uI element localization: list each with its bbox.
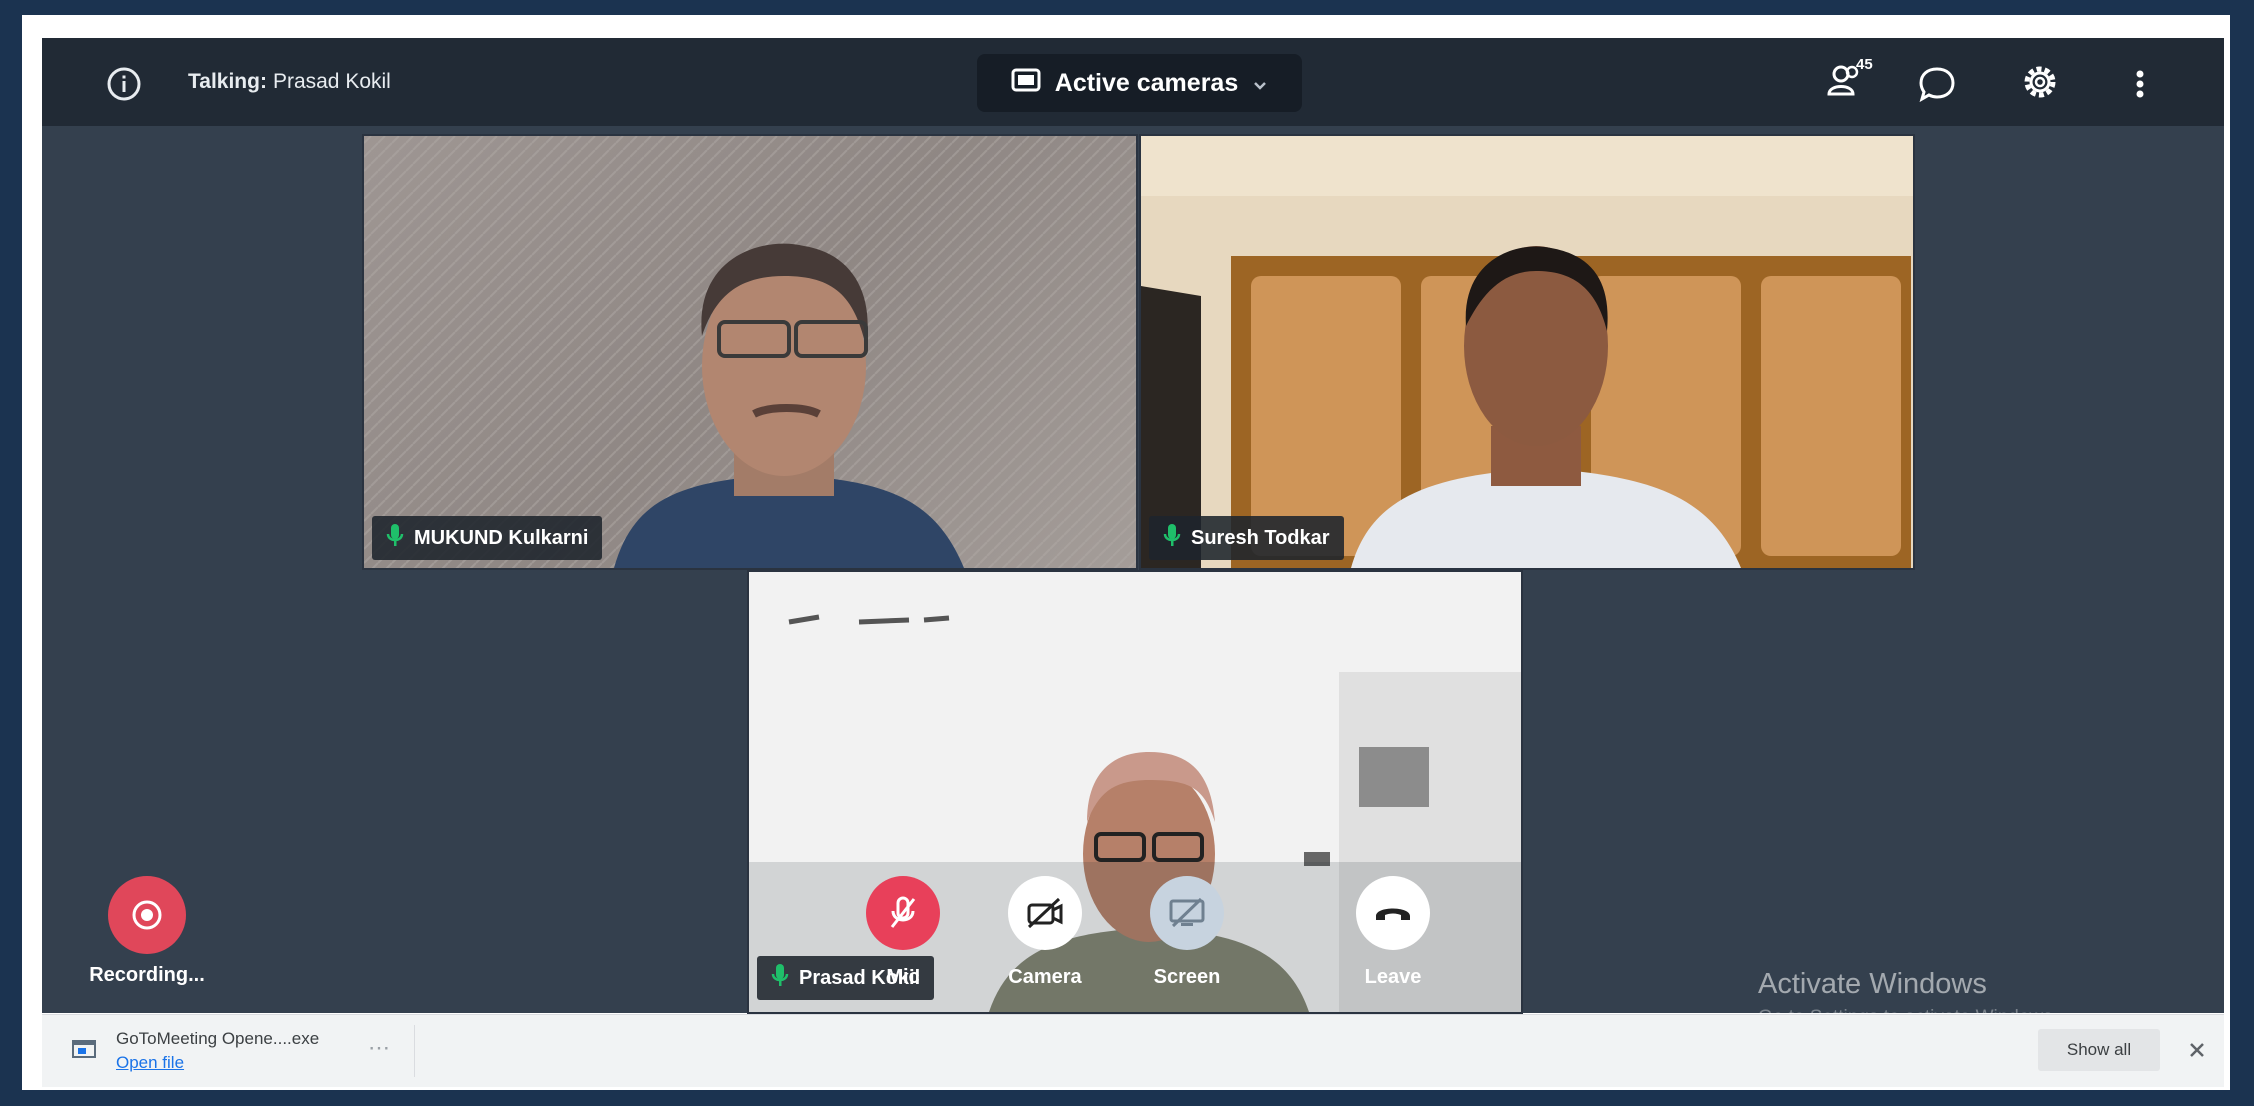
download-file-name: GoToMeeting Opene....exe: [116, 1029, 320, 1048]
show-all-button[interactable]: Show all: [2038, 1029, 2160, 1071]
screen-label: Screen: [1153, 966, 1221, 988]
camera-off-icon: [1008, 876, 1082, 950]
talking-indicator: Talking: Prasad Kokil: [188, 70, 391, 94]
recording-label: Recording...: [89, 964, 205, 986]
participant-video: [364, 136, 1136, 568]
exe-file-icon: [72, 1039, 96, 1064]
view-mode-label: Active cameras: [1054, 68, 1239, 97]
info-icon[interactable]: [104, 64, 144, 104]
camera-view-icon: [1011, 67, 1041, 100]
watermark-title: Activate Windows: [1758, 968, 1987, 1000]
screen-button[interactable]: Screen: [1132, 876, 1242, 989]
hang-up-icon: [1356, 876, 1430, 950]
leave-label: Leave: [1364, 966, 1422, 988]
talking-mic-icon: [1163, 522, 1181, 554]
participant-video: [1141, 136, 1913, 568]
leave-button[interactable]: Leave: [1338, 876, 1448, 989]
participants-button[interactable]: 45: [1812, 56, 1882, 108]
close-icon[interactable]: [2182, 1035, 2212, 1065]
screen-share-off-icon: [1150, 876, 1224, 950]
video-tile[interactable]: MUKUND Kulkarni: [362, 134, 1138, 570]
mic-muted-icon: [866, 876, 940, 950]
settings-icon[interactable]: [2018, 60, 2062, 104]
download-bar: GoToMeeting Opene....exe Open file ⋯ Sho…: [42, 1014, 2224, 1087]
participants-count: 45: [1856, 56, 1873, 73]
talking-mic-icon: [771, 962, 789, 994]
talking-name: Prasad Kokil: [272, 70, 391, 93]
download-item[interactable]: GoToMeeting Opene....exe Open file ⋯: [68, 1025, 428, 1077]
participant-name-tag: MUKUND Kulkarni: [372, 516, 603, 560]
participant-name: Suresh Todkar: [1191, 526, 1330, 549]
more-icon[interactable]: [2128, 62, 2152, 106]
meeting-app: Talking:Prasad Kokil Active cameras 45: [42, 38, 2224, 1028]
mic-label: Mic: [886, 966, 920, 988]
camera-button[interactable]: Camera: [990, 876, 1100, 989]
participant-name-tag: Suresh Todkar: [1149, 516, 1344, 560]
top-bar: Talking: Prasad Kokil Active cameras 45: [42, 38, 2224, 126]
divider: [414, 1025, 415, 1077]
participant-name: MUKUND Kulkarni: [414, 526, 589, 549]
record-icon: [108, 876, 186, 954]
talking-label: Talking:: [188, 70, 267, 93]
open-file-link[interactable]: Open file: [116, 1053, 184, 1073]
view-mode-dropdown[interactable]: Active cameras: [977, 54, 1302, 112]
mic-button[interactable]: Mic: [848, 876, 958, 989]
video-tile[interactable]: Suresh Todkar: [1139, 134, 1915, 570]
more-options-icon[interactable]: ⋯: [368, 1035, 390, 1061]
chat-icon[interactable]: [1915, 62, 1959, 106]
chevron-down-icon: [1252, 69, 1268, 98]
recording-button[interactable]: Recording...: [89, 876, 205, 987]
talking-mic-icon: [386, 522, 404, 554]
camera-label: Camera: [1008, 966, 1082, 988]
